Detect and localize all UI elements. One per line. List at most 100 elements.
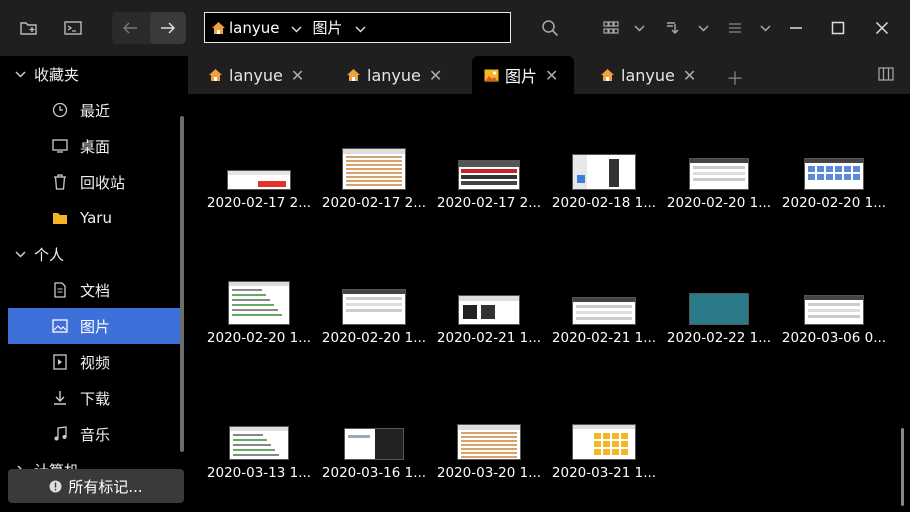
file-item[interactable]: 2020-02-17 2... [316, 94, 426, 214]
file-thumbnail [457, 424, 521, 460]
sidebar-item-yaru[interactable]: Yaru [8, 200, 182, 236]
file-name: 2020-02-22 1... [666, 330, 772, 346]
columns-view-icon[interactable] [878, 67, 894, 85]
tab-lanyue-1[interactable]: lanyue ✕ [208, 56, 304, 94]
file-name: 2020-03-13 1... [206, 465, 312, 481]
file-item[interactable]: 2020-02-18 1... [546, 94, 656, 214]
sort-icon[interactable] [662, 12, 684, 44]
chevron-down-icon[interactable] [756, 12, 774, 44]
file-item[interactable]: 2020-02-20 1... [316, 229, 426, 349]
file-thumbnail [572, 424, 636, 460]
file-name: 2020-02-17 2... [321, 195, 427, 211]
tab-pictures[interactable]: 图片 ✕ [472, 56, 574, 94]
sidebar-item-music[interactable]: 音乐 [8, 416, 182, 452]
file-item[interactable]: 2020-02-17 2... [431, 94, 541, 214]
file-item[interactable]: 2020-03-13 1... [201, 364, 311, 484]
chevron-down-icon[interactable] [10, 70, 30, 78]
sidebar-item-pictures[interactable]: 图片 [8, 308, 182, 344]
chevron-down-icon[interactable] [291, 19, 303, 37]
toolbar: lanyue 图片 [0, 0, 910, 56]
terminal-icon[interactable] [58, 12, 88, 44]
sidebar-item-label: 文档 [80, 281, 111, 300]
menu-icon[interactable] [724, 12, 746, 44]
close-icon[interactable]: ✕ [429, 66, 442, 85]
chevron-down-icon[interactable] [630, 12, 648, 44]
grid-view-icon[interactable] [600, 12, 622, 44]
home-icon [346, 68, 361, 82]
file-thumbnail [342, 148, 406, 190]
sidebar-item-label: 回收站 [80, 173, 126, 192]
file-thumbnail [689, 293, 749, 325]
sidebar-section-label: 收藏夹 [34, 65, 80, 84]
path-crumb-pictures[interactable]: 图片 [312, 17, 342, 38]
close-icon[interactable]: ✕ [545, 66, 558, 85]
path-bar[interactable]: lanyue 图片 [204, 12, 511, 43]
sidebar-item-label: Yaru [80, 209, 112, 227]
new-folder-icon[interactable] [14, 12, 44, 44]
file-item[interactable]: 2020-02-20 1... [201, 229, 311, 349]
tab-label: lanyue [367, 65, 421, 85]
home-icon [211, 21, 226, 35]
sidebar-item-label: 音乐 [80, 425, 111, 444]
file-name: 2020-02-21 1... [551, 330, 657, 346]
sidebar-scrollbar[interactable] [180, 116, 184, 452]
back-arrow-icon[interactable] [112, 12, 148, 44]
file-item[interactable]: 2020-02-21 1... [431, 229, 541, 349]
file-name: 2020-03-16 1... [321, 465, 427, 481]
sidebar-section-personal[interactable]: 个人 [8, 236, 182, 272]
close-icon[interactable] [868, 12, 896, 44]
file-thumbnail [227, 170, 291, 190]
sidebar-item-label: 视频 [80, 353, 111, 372]
add-tab-icon[interactable]: ＋ [726, 65, 744, 91]
file-thumbnail [689, 158, 749, 190]
close-icon[interactable]: ✕ [683, 66, 696, 85]
file-name: 2020-02-17 2... [436, 195, 542, 211]
file-name: 2020-02-18 1... [551, 195, 657, 211]
chevron-down-icon[interactable] [354, 19, 366, 37]
sidebar-section-favorites[interactable]: 收藏夹 [8, 56, 182, 92]
tab-lanyue-3[interactable]: lanyue ✕ [600, 56, 696, 94]
document-icon [50, 282, 70, 298]
file-name: 2020-02-20 1... [781, 195, 887, 211]
image-icon [50, 319, 70, 333]
download-icon [50, 390, 70, 406]
sidebar-item-videos[interactable]: 视频 [8, 344, 182, 380]
chevron-down-icon[interactable] [694, 12, 712, 44]
search-icon[interactable] [536, 12, 564, 44]
tab-lanyue-2[interactable]: lanyue ✕ [346, 56, 442, 94]
file-item[interactable]: 2020-02-22 1... [661, 229, 771, 349]
file-thumbnail [572, 297, 636, 325]
file-item[interactable]: 2020-03-06 0... [776, 229, 886, 349]
sidebar-item-trash[interactable]: 回收站 [8, 164, 182, 200]
maximize-icon[interactable] [824, 12, 852, 44]
sidebar-item-desktop[interactable]: 桌面 [8, 128, 182, 164]
file-item[interactable]: 2020-03-20 1... [431, 364, 541, 484]
sidebar-item-recent[interactable]: 最近 [8, 92, 182, 128]
minimize-icon[interactable] [782, 12, 810, 44]
file-name: 2020-02-20 1... [206, 330, 312, 346]
chevron-down-icon[interactable] [10, 250, 30, 258]
file-thumbnail [229, 426, 289, 460]
file-item[interactable]: 2020-02-17 2... [201, 94, 311, 214]
file-thumbnail [804, 295, 864, 325]
file-item[interactable]: 2020-03-21 1... [546, 364, 656, 484]
all-tags-button[interactable]: 所有标记... [8, 469, 184, 503]
content-scrollbar[interactable] [901, 428, 904, 506]
file-item[interactable]: 2020-02-20 1... [661, 94, 771, 214]
close-icon[interactable]: ✕ [291, 66, 304, 85]
sidebar-item-label: 下载 [80, 389, 111, 408]
sidebar-item-label: 图片 [80, 317, 111, 336]
sidebar-section-label: 个人 [34, 245, 65, 264]
sidebar-item-downloads[interactable]: 下载 [8, 380, 182, 416]
path-crumb-home[interactable]: lanyue [211, 19, 279, 37]
navigation-group [112, 12, 186, 44]
file-item[interactable]: 2020-02-20 1... [776, 94, 886, 214]
file-item[interactable]: 2020-03-16 1... [316, 364, 426, 484]
all-tags-label: 所有标记... [68, 477, 143, 496]
file-item[interactable]: 2020-02-21 1... [546, 229, 656, 349]
home-icon [208, 68, 223, 82]
sidebar-item-documents[interactable]: 文档 [8, 272, 182, 308]
file-thumbnail [572, 154, 636, 190]
tab-label: 图片 [505, 67, 538, 86]
forward-arrow-icon[interactable] [150, 12, 186, 44]
